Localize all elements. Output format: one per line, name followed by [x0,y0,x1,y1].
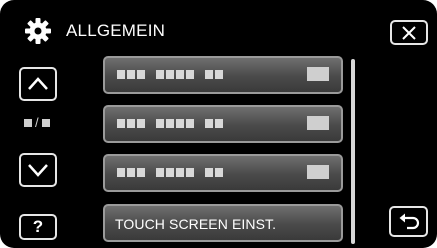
page-title: ALLGEMEIN [66,21,166,40]
gear-icon [25,18,51,44]
placeholder-value [307,67,329,81]
help-label: ? [32,217,44,236]
placeholder-value [307,116,329,130]
back-button[interactable] [389,206,428,237]
menu-item-3[interactable] [103,154,343,192]
menu-item-label: TOUCH SCREEN EINST. [115,216,277,232]
help-button[interactable]: ? [19,214,57,240]
menu-item-2[interactable] [103,105,343,143]
screen: ALLGEMEIN / ? TOUCH SCREEN EINST. [0,0,437,248]
page-indicator: / [24,115,50,130]
close-icon [402,25,416,40]
placeholder-text [117,119,231,128]
chevron-down-icon [28,164,48,177]
chevron-up-icon [28,77,48,90]
close-button[interactable] [390,20,428,45]
return-icon [399,213,419,229]
total-pages-marker [41,119,50,127]
scrollbar[interactable] [351,59,355,244]
current-page-marker [24,119,32,127]
menu-item-1[interactable] [103,56,343,94]
page-indicator-separator: / [35,115,39,130]
menu-item-touch-screen[interactable]: TOUCH SCREEN EINST. [103,204,343,242]
placeholder-value [307,165,329,179]
placeholder-text [117,168,231,177]
scroll-down-button[interactable] [19,153,57,187]
scroll-up-button[interactable] [19,67,57,101]
placeholder-text [117,70,231,79]
